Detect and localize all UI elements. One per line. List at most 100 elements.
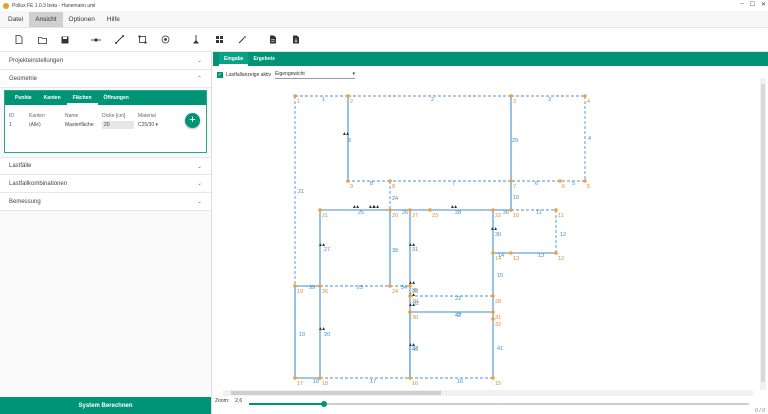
node-point[interactable] <box>346 179 350 183</box>
tab-kanten[interactable]: Kanten <box>38 91 67 105</box>
node-point[interactable] <box>554 208 558 212</box>
load-display-checkbox[interactable]: ✓ <box>217 72 223 78</box>
node-point[interactable] <box>346 94 350 98</box>
edge-label: 25 <box>358 210 364 216</box>
new-file-icon[interactable] <box>10 32 28 48</box>
edge-label: 28 <box>455 210 461 216</box>
vertical-scrollbar[interactable] <box>760 78 766 390</box>
edge-label: 13 <box>538 253 544 259</box>
node-point[interactable] <box>554 251 558 255</box>
report-icon[interactable] <box>264 32 282 48</box>
node-point[interactable] <box>509 208 513 212</box>
node-point[interactable] <box>408 208 412 212</box>
load-case-select[interactable]: Eigengewicht ▾ <box>275 71 356 79</box>
node-point[interactable] <box>388 179 392 183</box>
dropdown-arrow-icon: ▾ <box>155 122 159 128</box>
zoom-handle[interactable] <box>321 401 327 407</box>
point-label: 26 <box>322 289 328 295</box>
target-icon[interactable] <box>156 32 174 48</box>
support-icon[interactable] <box>373 205 379 208</box>
node-point[interactable] <box>318 208 322 212</box>
node-point[interactable] <box>583 94 587 98</box>
menu-optionen[interactable]: Optionen <box>63 12 101 27</box>
node-point[interactable] <box>318 284 322 288</box>
menu-datei[interactable]: Datei <box>2 12 29 27</box>
horizontal-scrollbar[interactable] <box>223 390 753 396</box>
table-row[interactable]: 1 (Alle) Masterfläche 20 C25/30 ▾ <box>9 120 174 130</box>
node-point[interactable] <box>583 179 587 183</box>
menu-ansicht[interactable]: Ansicht <box>29 11 63 27</box>
point-label: 15 <box>495 381 501 387</box>
section-label: Lastfälle <box>9 163 32 169</box>
scroll-thumb[interactable] <box>761 84 765 382</box>
edge-label: 10 <box>513 195 519 201</box>
node-point[interactable] <box>428 208 432 212</box>
tab-punkte[interactable]: Punkte <box>9 91 38 105</box>
point-label: 13 <box>513 256 519 262</box>
edge-label: 18 <box>313 379 319 385</box>
cell-kanten[interactable]: (Alle) <box>29 122 65 128</box>
node-point[interactable] <box>491 310 495 314</box>
zoom-row: Zoom: 2,6 <box>215 398 242 404</box>
section-lastfallkombinationen[interactable]: Lastfallkombinationen ⌄ <box>0 175 211 193</box>
tab-ergebnis[interactable]: Ergebnis <box>248 52 279 66</box>
toolbar <box>0 28 768 52</box>
node-point[interactable] <box>293 284 297 288</box>
edge-label: 40 <box>412 347 418 353</box>
node-point[interactable] <box>408 376 412 380</box>
section-label: Bemessung <box>9 198 41 205</box>
node-point[interactable] <box>491 251 495 255</box>
add-area-button[interactable]: + <box>185 113 200 128</box>
menu-hilfe[interactable]: Hilfe <box>101 12 126 27</box>
edge-label: 14 <box>498 253 504 259</box>
node-point[interactable] <box>293 94 297 98</box>
thickness-input[interactable]: 20 <box>102 121 134 129</box>
grid-icon[interactable] <box>210 32 228 48</box>
edge-label: 41 <box>497 346 503 352</box>
app-logo-icon <box>3 2 9 9</box>
export-icon[interactable] <box>287 32 305 48</box>
node-point[interactable] <box>491 376 495 380</box>
node-point[interactable] <box>293 376 297 380</box>
section-lastfaelle[interactable]: Lastfälle ⌄ <box>0 157 211 175</box>
area-icon[interactable] <box>133 32 151 48</box>
node-point[interactable] <box>509 251 513 255</box>
model-canvas[interactable]: 1 2 3 45678910 11121314151617 18192021 222324 2… <box>213 82 758 392</box>
zoom-slider[interactable] <box>249 401 749 407</box>
save-icon[interactable] <box>56 32 74 48</box>
node-point[interactable] <box>408 310 412 314</box>
material-select[interactable]: C25/30 ▾ <box>138 122 174 128</box>
support-icon[interactable] <box>187 32 205 48</box>
magic-wand-icon[interactable] <box>233 32 251 48</box>
edge-label: 17 <box>370 379 376 385</box>
point-label: 27 <box>412 213 418 219</box>
close-icon[interactable]: ✕ <box>761 1 766 8</box>
support-icon[interactable] <box>353 205 359 208</box>
node-point[interactable] <box>388 208 392 212</box>
tab-eingabe[interactable]: Eingabe <box>219 52 249 66</box>
node-point[interactable] <box>509 94 513 98</box>
node-point[interactable] <box>509 179 513 183</box>
load-case-row: ✓ Lastfallanzeige aktiv Eigengewicht ▾ <box>217 71 356 79</box>
node-point[interactable] <box>558 179 562 183</box>
chevron-down-icon: ⌄ <box>196 58 202 64</box>
tab-flaechen[interactable]: Flächen <box>66 91 98 105</box>
maximize-icon[interactable]: ☐ <box>750 1 755 8</box>
cell-name[interactable]: Masterfläche <box>65 122 102 128</box>
node-icon[interactable] <box>87 32 105 48</box>
open-folder-icon[interactable] <box>33 32 51 48</box>
tab-oeffnungen[interactable]: Öffnungen <box>98 91 135 105</box>
scroll-thumb[interactable] <box>231 391 441 395</box>
section-geometrie[interactable]: Geometrie ⌃ <box>0 70 211 88</box>
section-projekteinstellungen[interactable]: Projekteinstellungen ⌄ <box>0 52 211 70</box>
node-point[interactable] <box>388 284 392 288</box>
node-point[interactable] <box>491 294 495 298</box>
title-bar: Pollux FE 1.0.3 beta - Hanemann.uml – ☐ … <box>0 0 768 11</box>
node-point[interactable] <box>491 208 495 212</box>
calculate-system-button[interactable]: System Berechnen <box>0 397 211 414</box>
line-icon[interactable] <box>110 32 128 48</box>
support-icon[interactable] <box>491 227 497 230</box>
support-icon[interactable] <box>451 205 457 208</box>
section-bemessung[interactable]: Bemessung ⌄ <box>0 193 211 211</box>
minimize-icon[interactable]: – <box>740 1 743 8</box>
